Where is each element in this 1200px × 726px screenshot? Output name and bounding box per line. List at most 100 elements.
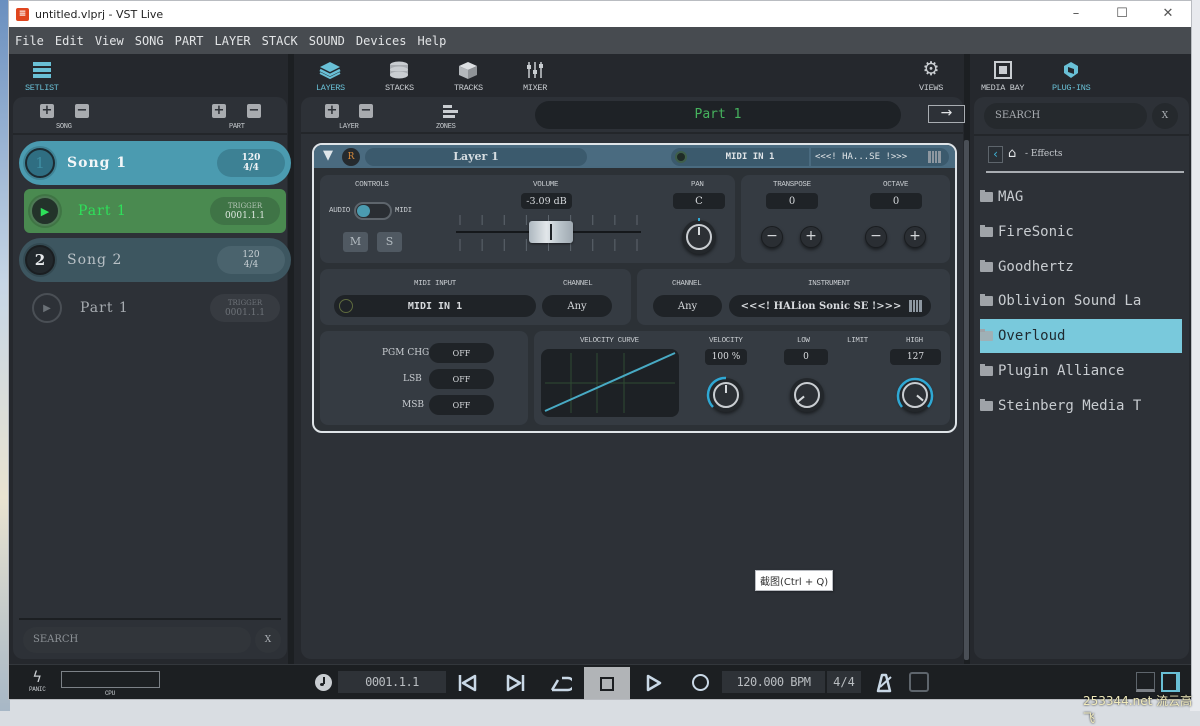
position-display[interactable]: 0001.1.1 xyxy=(338,671,446,693)
volume-fader-handle[interactable] xyxy=(529,221,574,243)
folder-item[interactable]: Goodhertz xyxy=(980,250,1182,284)
remove-part-button[interactable]: − xyxy=(247,104,261,118)
pan-knob[interactable] xyxy=(682,218,716,254)
channel-out-select[interactable]: Any xyxy=(653,295,722,317)
tempo-display[interactable]: 120.000 BPM xyxy=(722,671,825,693)
setlist-search-input[interactable]: SEARCH xyxy=(23,627,251,653)
low-knob[interactable] xyxy=(790,378,824,412)
velocity-curve-graph[interactable] xyxy=(541,349,679,417)
menu-edit[interactable]: Edit xyxy=(52,34,92,48)
remove-song-button[interactable]: − xyxy=(75,104,89,118)
folder-item[interactable]: Oblivion Sound La xyxy=(980,284,1182,318)
clock-icon[interactable] xyxy=(315,674,332,691)
skip-forward-icon[interactable] xyxy=(505,674,525,692)
solo-button[interactable]: S xyxy=(377,232,402,252)
menu-layer[interactable]: LAYER xyxy=(212,34,259,48)
high-knob[interactable] xyxy=(896,377,934,412)
song-row-2[interactable]: 2 Song 2 120 4/4 xyxy=(19,238,291,282)
high-value[interactable]: 127 xyxy=(890,349,941,365)
skip-back-icon[interactable] xyxy=(458,674,478,692)
octave-minus-button[interactable]: − xyxy=(865,226,887,248)
octave-plus-button[interactable]: + xyxy=(904,226,926,248)
volume-fader[interactable] xyxy=(456,211,641,255)
menu-devices[interactable]: Devices xyxy=(353,34,415,48)
part-row[interactable]: ▶ Part 1 TRIGGER 0001.1.1 xyxy=(24,286,286,330)
signature-display[interactable]: 4/4 xyxy=(827,671,861,693)
add-part-button[interactable]: + xyxy=(212,104,226,118)
record-button[interactable]: R xyxy=(342,148,360,166)
menu-song[interactable]: SONG xyxy=(132,34,172,48)
layer-instrument[interactable]: <<<! HA...SE !>>> xyxy=(811,148,949,166)
folder-item[interactable]: Steinberg Media T xyxy=(980,389,1182,423)
velocity-value[interactable]: 100 % xyxy=(705,349,747,365)
next-part-button[interactable]: → xyxy=(928,105,965,123)
folder-item-selected[interactable]: Overloud xyxy=(980,319,1182,353)
transpose-value[interactable]: 0 xyxy=(766,193,818,209)
audio-label: AUDIO xyxy=(329,207,351,215)
breadcrumb-underline xyxy=(986,171,1184,173)
octave-value[interactable]: 0 xyxy=(870,193,922,209)
menu-file[interactable]: File xyxy=(12,34,52,48)
panic-button[interactable]: ϟ PANIC xyxy=(29,668,46,693)
menu-sound[interactable]: SOUND xyxy=(306,34,353,48)
zones-button[interactable] xyxy=(443,104,459,123)
part-play-button[interactable]: ▶ xyxy=(30,196,60,226)
remove-layer-button[interactable]: − xyxy=(359,104,373,118)
song-row-1[interactable]: 1 Song 1 120 4/4 xyxy=(19,141,291,185)
home-icon[interactable]: ⌂ xyxy=(1008,146,1016,161)
msb-value[interactable]: OFF xyxy=(429,395,494,415)
add-song-button[interactable]: + xyxy=(40,104,54,118)
stacks-tab[interactable]: STACKS xyxy=(385,61,414,93)
plugins-search-input[interactable]: SEARCH xyxy=(984,103,1147,129)
lower-zone-toggle[interactable] xyxy=(1136,672,1155,692)
velocity-knob[interactable] xyxy=(706,376,743,412)
folder-item[interactable]: MAG xyxy=(980,180,1182,214)
loop-icon[interactable] xyxy=(550,674,572,692)
plug-ins-tab[interactable]: PLUG-INS xyxy=(1052,61,1091,93)
low-value[interactable]: 0 xyxy=(784,349,828,365)
menu-view[interactable]: View xyxy=(92,34,132,48)
plugins-search-clear[interactable]: X xyxy=(1152,103,1178,129)
layers-tab[interactable]: LAYERS xyxy=(316,61,345,93)
transpose-minus-button[interactable]: − xyxy=(761,226,783,248)
menu-part[interactable]: PART xyxy=(172,34,212,48)
mute-button[interactable]: M xyxy=(343,232,368,252)
metronome-icon[interactable] xyxy=(875,673,893,693)
part-row-active[interactable]: ▶ Part 1 TRIGGER 0001.1.1 xyxy=(24,189,286,233)
volume-value[interactable]: -3.09 dB xyxy=(521,193,572,209)
folder-item[interactable]: FireSonic xyxy=(980,215,1182,249)
instrument-select[interactable]: <<<! HALion Sonic SE !>>> xyxy=(729,295,931,317)
setlist-search-clear[interactable]: X xyxy=(255,627,281,653)
transpose-plus-button[interactable]: + xyxy=(800,226,822,248)
layer-midi-in[interactable]: MIDI IN 1 xyxy=(671,148,809,166)
layers-scrollbar[interactable] xyxy=(964,140,969,660)
lsb-value[interactable]: OFF xyxy=(429,369,494,389)
tracks-tab[interactable]: TRACKS xyxy=(454,61,483,93)
folder-item[interactable]: Plugin Alliance xyxy=(980,354,1182,388)
part-play-button[interactable]: ▶ xyxy=(32,293,62,323)
media-bay-tab[interactable]: MEDIA BAY xyxy=(981,61,1025,93)
menu-help[interactable]: Help xyxy=(414,34,454,48)
channel-in-select[interactable]: Any xyxy=(542,295,612,317)
collapse-triangle-icon[interactable]: ▼ xyxy=(323,148,333,163)
close-button[interactable]: ✕ xyxy=(1145,1,1191,27)
volume-label: VOLUME xyxy=(533,181,559,189)
record-icon[interactable] xyxy=(692,674,709,691)
stop-button[interactable] xyxy=(584,667,630,699)
pan-value[interactable]: C xyxy=(673,193,725,209)
mixer-tab[interactable]: MIXER xyxy=(523,61,547,93)
setlist-button[interactable]: SETLIST xyxy=(25,61,59,93)
layer-name[interactable]: Layer 1 xyxy=(365,148,587,166)
right-zone-toggle[interactable] xyxy=(1161,672,1180,692)
maximize-button[interactable]: ☐ xyxy=(1099,1,1145,27)
views-button[interactable]: ⚙ VIEWS xyxy=(919,59,943,93)
minimize-button[interactable]: – xyxy=(1053,1,1099,27)
back-button[interactable]: ‹ xyxy=(988,146,1003,163)
menu-stack[interactable]: STACK xyxy=(259,34,306,48)
pgm-chg-value[interactable]: OFF xyxy=(429,343,494,363)
audio-midi-toggle[interactable] xyxy=(354,202,392,220)
count-in-toggle[interactable] xyxy=(909,672,929,692)
midi-input-select[interactable]: MIDI IN 1 xyxy=(334,295,536,317)
add-layer-button[interactable]: + xyxy=(325,104,339,118)
play-icon[interactable] xyxy=(645,674,663,692)
